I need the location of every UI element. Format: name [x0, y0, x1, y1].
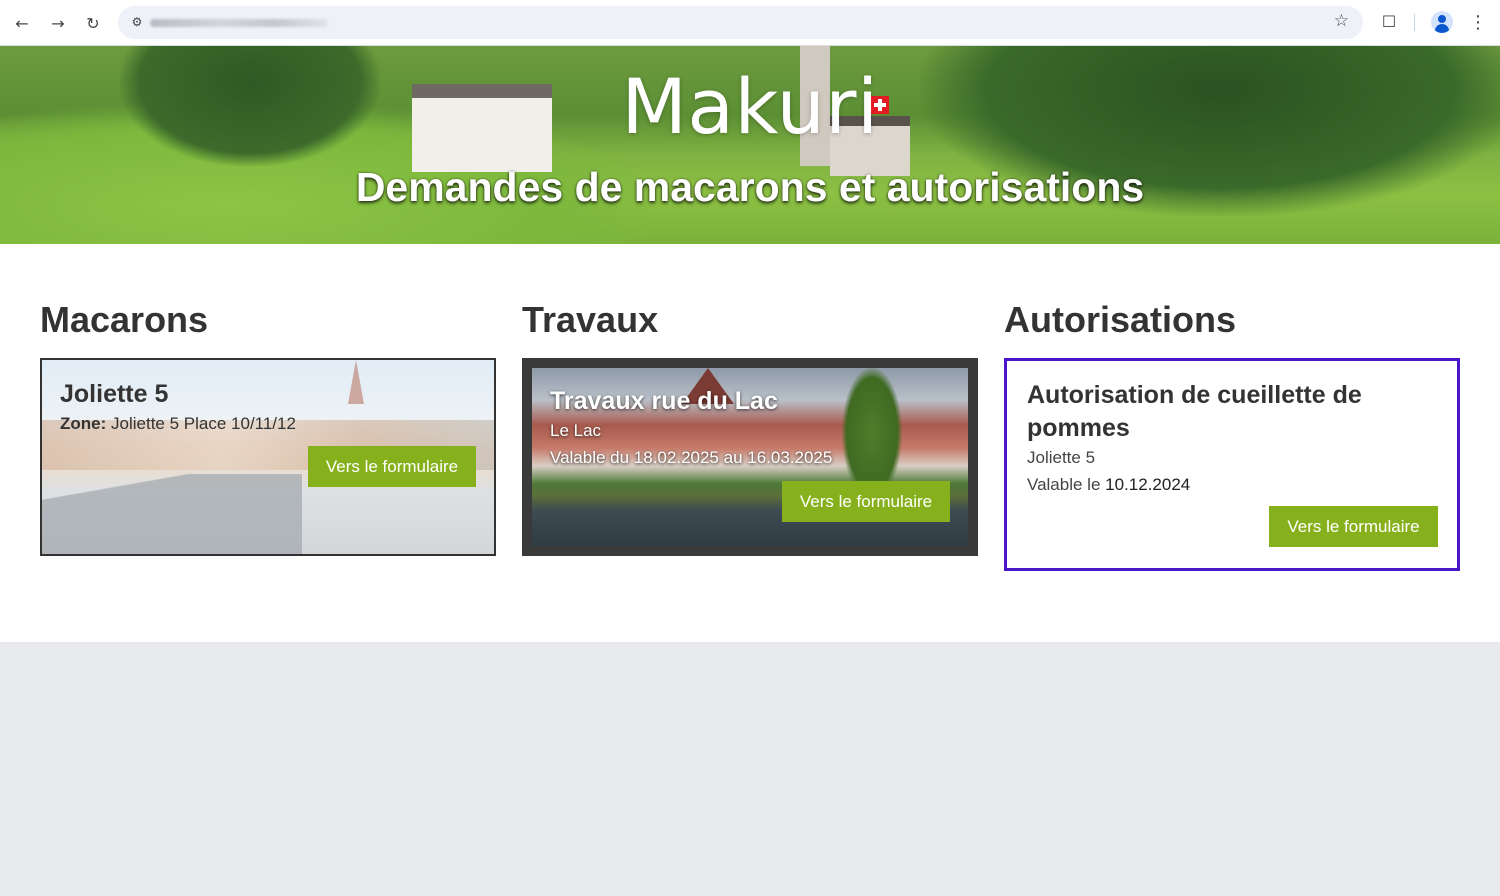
hero-banner: Makuri Demandes de macarons et autorisat…	[0, 46, 1500, 244]
travaux-form-button[interactable]: Vers le formulaire	[782, 481, 950, 522]
forward-icon[interactable]: →	[46, 11, 70, 35]
toolbar-divider	[1414, 14, 1415, 31]
section-title-autorisations: Autorisations	[1004, 299, 1237, 340]
menu-kebab-icon[interactable]: ⋮	[1467, 11, 1489, 33]
section-title-travaux: Travaux	[522, 299, 659, 340]
blurred-url	[150, 19, 328, 27]
extensions-icon[interactable]: ☐	[1378, 10, 1400, 32]
autorisation-location: Joliette 5	[1027, 448, 1096, 467]
travaux-card-title: Travaux rue du Lac	[550, 387, 778, 415]
macaron-form-button[interactable]: Vers le formulaire	[308, 446, 476, 487]
travaux-validity: Valable du 18.02.2025 au 16.03.2025	[550, 448, 833, 467]
macaron-card[interactable]: Joliette 5 Zone: Joliette 5 Place 10/11/…	[40, 358, 496, 556]
validity-label: Valable le	[1027, 475, 1101, 494]
profile-avatar-icon[interactable]	[1431, 11, 1453, 33]
brand-logo-text: Makuri	[621, 62, 879, 151]
zone-label: Zone:	[60, 414, 107, 433]
page-content: Makuri Demandes de macarons et autorisat…	[0, 46, 1500, 642]
autorisation-card-title: Autorisation de cueillette de pommes	[1027, 381, 1362, 442]
macaron-zone: Zone: Joliette 5 Place 10/11/12	[60, 412, 296, 436]
travaux-location: Le Lac	[550, 421, 602, 440]
site-info-icon[interactable]: ⚙	[128, 13, 146, 31]
bookmark-star-icon[interactable]: ☆	[1334, 11, 1349, 31]
address-bar[interactable]: ⚙ ☆	[118, 6, 1363, 39]
back-icon[interactable]: ←	[10, 11, 34, 35]
swiss-flag-icon	[871, 96, 889, 114]
zone-value: Joliette 5 Place 10/11/12	[111, 414, 296, 433]
autorisation-card[interactable]: Autorisation de cueillette de pommes Jol…	[1004, 358, 1460, 571]
autorisation-validity: Valable le 10.12.2024	[1027, 473, 1190, 497]
validity-date: 10.12.2024	[1105, 475, 1191, 494]
travaux-card[interactable]: Travaux rue du Lac Le Lac Valable du 18.…	[522, 358, 978, 556]
browser-toolbar: ← → ↻ ⚙ ☆ ☐ ⋮	[0, 0, 1500, 46]
section-title-macarons: Macarons	[40, 299, 209, 340]
macaron-card-title: Joliette 5	[60, 380, 169, 408]
autorisation-form-button[interactable]: Vers le formulaire	[1269, 506, 1438, 547]
hero-subtitle: Demandes de macarons et autorisations	[355, 164, 1145, 210]
reload-icon[interactable]: ↻	[81, 11, 105, 35]
